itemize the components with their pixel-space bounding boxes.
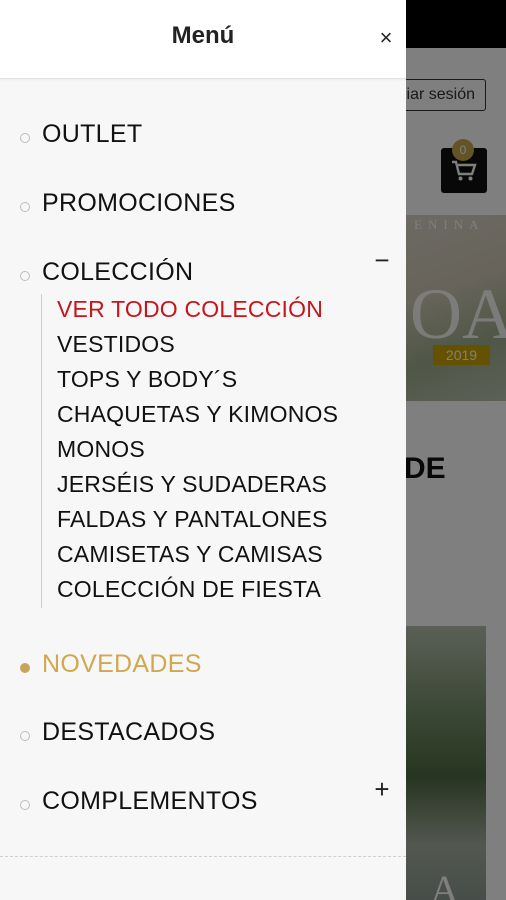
submenu-item-camisetas[interactable]: CAMISETAS Y CAMISAS — [57, 541, 323, 568]
menu-item-novedades[interactable]: NOVEDADES — [0, 644, 406, 684]
bullet-icon — [20, 731, 30, 741]
submenu-item-ver-todo[interactable]: VER TODO COLECCIÓN — [57, 296, 323, 323]
menu-item-label: COMPLEMENTOS — [42, 787, 258, 815]
submenu-item-vestidos[interactable]: VESTIDOS — [57, 331, 175, 358]
menu-item-label: NOVEDADES — [42, 650, 202, 678]
menu-drawer: Menú × OUTLET PROMOCIONES COLECCIÓN − VE… — [0, 0, 406, 900]
menu-item-promociones[interactable]: PROMOCIONES — [0, 183, 406, 223]
submenu-item-fiesta[interactable]: COLECCIÓN DE FIESTA — [57, 576, 321, 603]
expand-icon[interactable]: + — [368, 775, 396, 803]
collapse-icon[interactable]: − — [368, 246, 396, 274]
bullet-icon — [20, 271, 30, 281]
submenu-item-tops[interactable]: TOPS Y BODY´S — [57, 366, 237, 393]
bullet-icon — [20, 663, 30, 673]
submenu-item-jerseis[interactable]: JERSÉIS Y SUDADERAS — [57, 471, 327, 498]
drawer-header: Menú × — [0, 0, 406, 79]
menu-item-label: PROMOCIONES — [42, 189, 236, 217]
submenu-item-chaquetas[interactable]: CHAQUETAS Y KIMONOS — [57, 401, 338, 428]
close-icon[interactable]: × — [372, 24, 400, 52]
menu-item-coleccion[interactable]: COLECCIÓN − — [0, 246, 406, 292]
menu-item-label: OUTLET — [42, 120, 143, 148]
menu-item-outlet[interactable]: OUTLET — [0, 114, 406, 154]
bullet-icon — [20, 202, 30, 212]
submenu-item-faldas[interactable]: FALDAS Y PANTALONES — [57, 506, 328, 533]
bullet-icon — [20, 133, 30, 143]
menu-item-complementos[interactable]: COMPLEMENTOS + — [0, 775, 406, 821]
menu-item-label: COLECCIÓN — [42, 258, 194, 286]
bullet-icon — [20, 800, 30, 810]
menu-item-label: DESTACADOS — [42, 718, 216, 746]
menu-item-destacados[interactable]: DESTACADOS — [0, 712, 406, 752]
drawer-title: Menú — [171, 22, 235, 49]
submenu-item-monos[interactable]: MONOS — [57, 436, 145, 463]
divider — [0, 856, 406, 857]
submenu-coleccion: VER TODO COLECCIÓN VESTIDOS TOPS Y BODY´… — [41, 294, 382, 608]
